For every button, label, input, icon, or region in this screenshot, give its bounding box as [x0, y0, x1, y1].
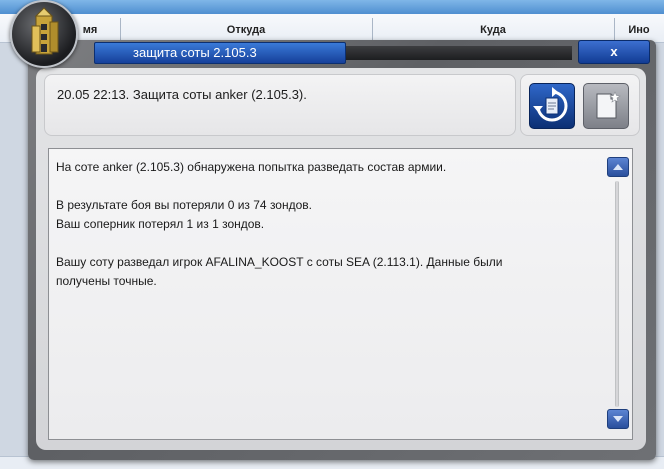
tower-logo-icon — [31, 7, 59, 55]
dialog-body: 20.05 22:13. Защита соты anker (2.105.3)… — [36, 68, 646, 450]
message-text: На соте anker (2.105.3) обнаружена попыт… — [56, 158, 586, 291]
background-title-bar — [0, 0, 664, 14]
title-bar-fill — [346, 46, 572, 60]
message-line: Вашу соту разведал игрок AFALINA_KOOST с… — [56, 255, 503, 269]
summary-text: 20.05 22:13. Защита соты anker (2.105.3)… — [57, 87, 307, 102]
message-line: На соте anker (2.105.3) обнаружена попыт… — [56, 160, 447, 174]
message-line: получены точные. — [56, 274, 157, 288]
message-area[interactable]: На соте anker (2.105.3) обнаружена попыт… — [48, 148, 633, 440]
action-panel — [520, 74, 640, 136]
message-line-spacer — [56, 177, 586, 196]
new-note-icon — [596, 91, 621, 119]
dialog-title-bar[interactable]: защита соты 2.105.3 — [94, 42, 346, 64]
refresh-document-icon — [533, 87, 568, 122]
scrollbar[interactable] — [606, 155, 629, 431]
column-header-from[interactable]: Откуда — [120, 18, 373, 42]
dialog-title: защита соты 2.105.3 — [133, 45, 257, 60]
message-line-spacer — [56, 234, 586, 253]
background-table-header: мя Откуда Куда Ино — [0, 0, 664, 43]
column-header-to[interactable]: Куда — [372, 18, 615, 42]
column-header-other[interactable]: Ино — [614, 18, 664, 42]
scroll-down-button[interactable] — [607, 409, 629, 429]
refresh-button[interactable] — [529, 83, 575, 129]
scroll-up-button[interactable] — [607, 157, 629, 177]
summary-panel: 20.05 22:13. Защита соты anker (2.105.3)… — [44, 74, 516, 136]
arrow-down-icon — [613, 416, 623, 422]
defense-report-dialog: защита соты 2.105.3 x 20.05 22:13. Защит… — [28, 40, 656, 460]
close-button[interactable]: x — [578, 40, 650, 64]
app-logo[interactable] — [10, 0, 78, 68]
scroll-track-line[interactable] — [615, 181, 619, 407]
message-line: В результате боя вы потеряли 0 из 74 зон… — [56, 198, 312, 212]
arrow-up-icon — [613, 164, 623, 170]
new-note-button[interactable] — [583, 83, 629, 129]
message-line: Ваш соперник потерял 1 из 1 зондов. — [56, 217, 265, 231]
